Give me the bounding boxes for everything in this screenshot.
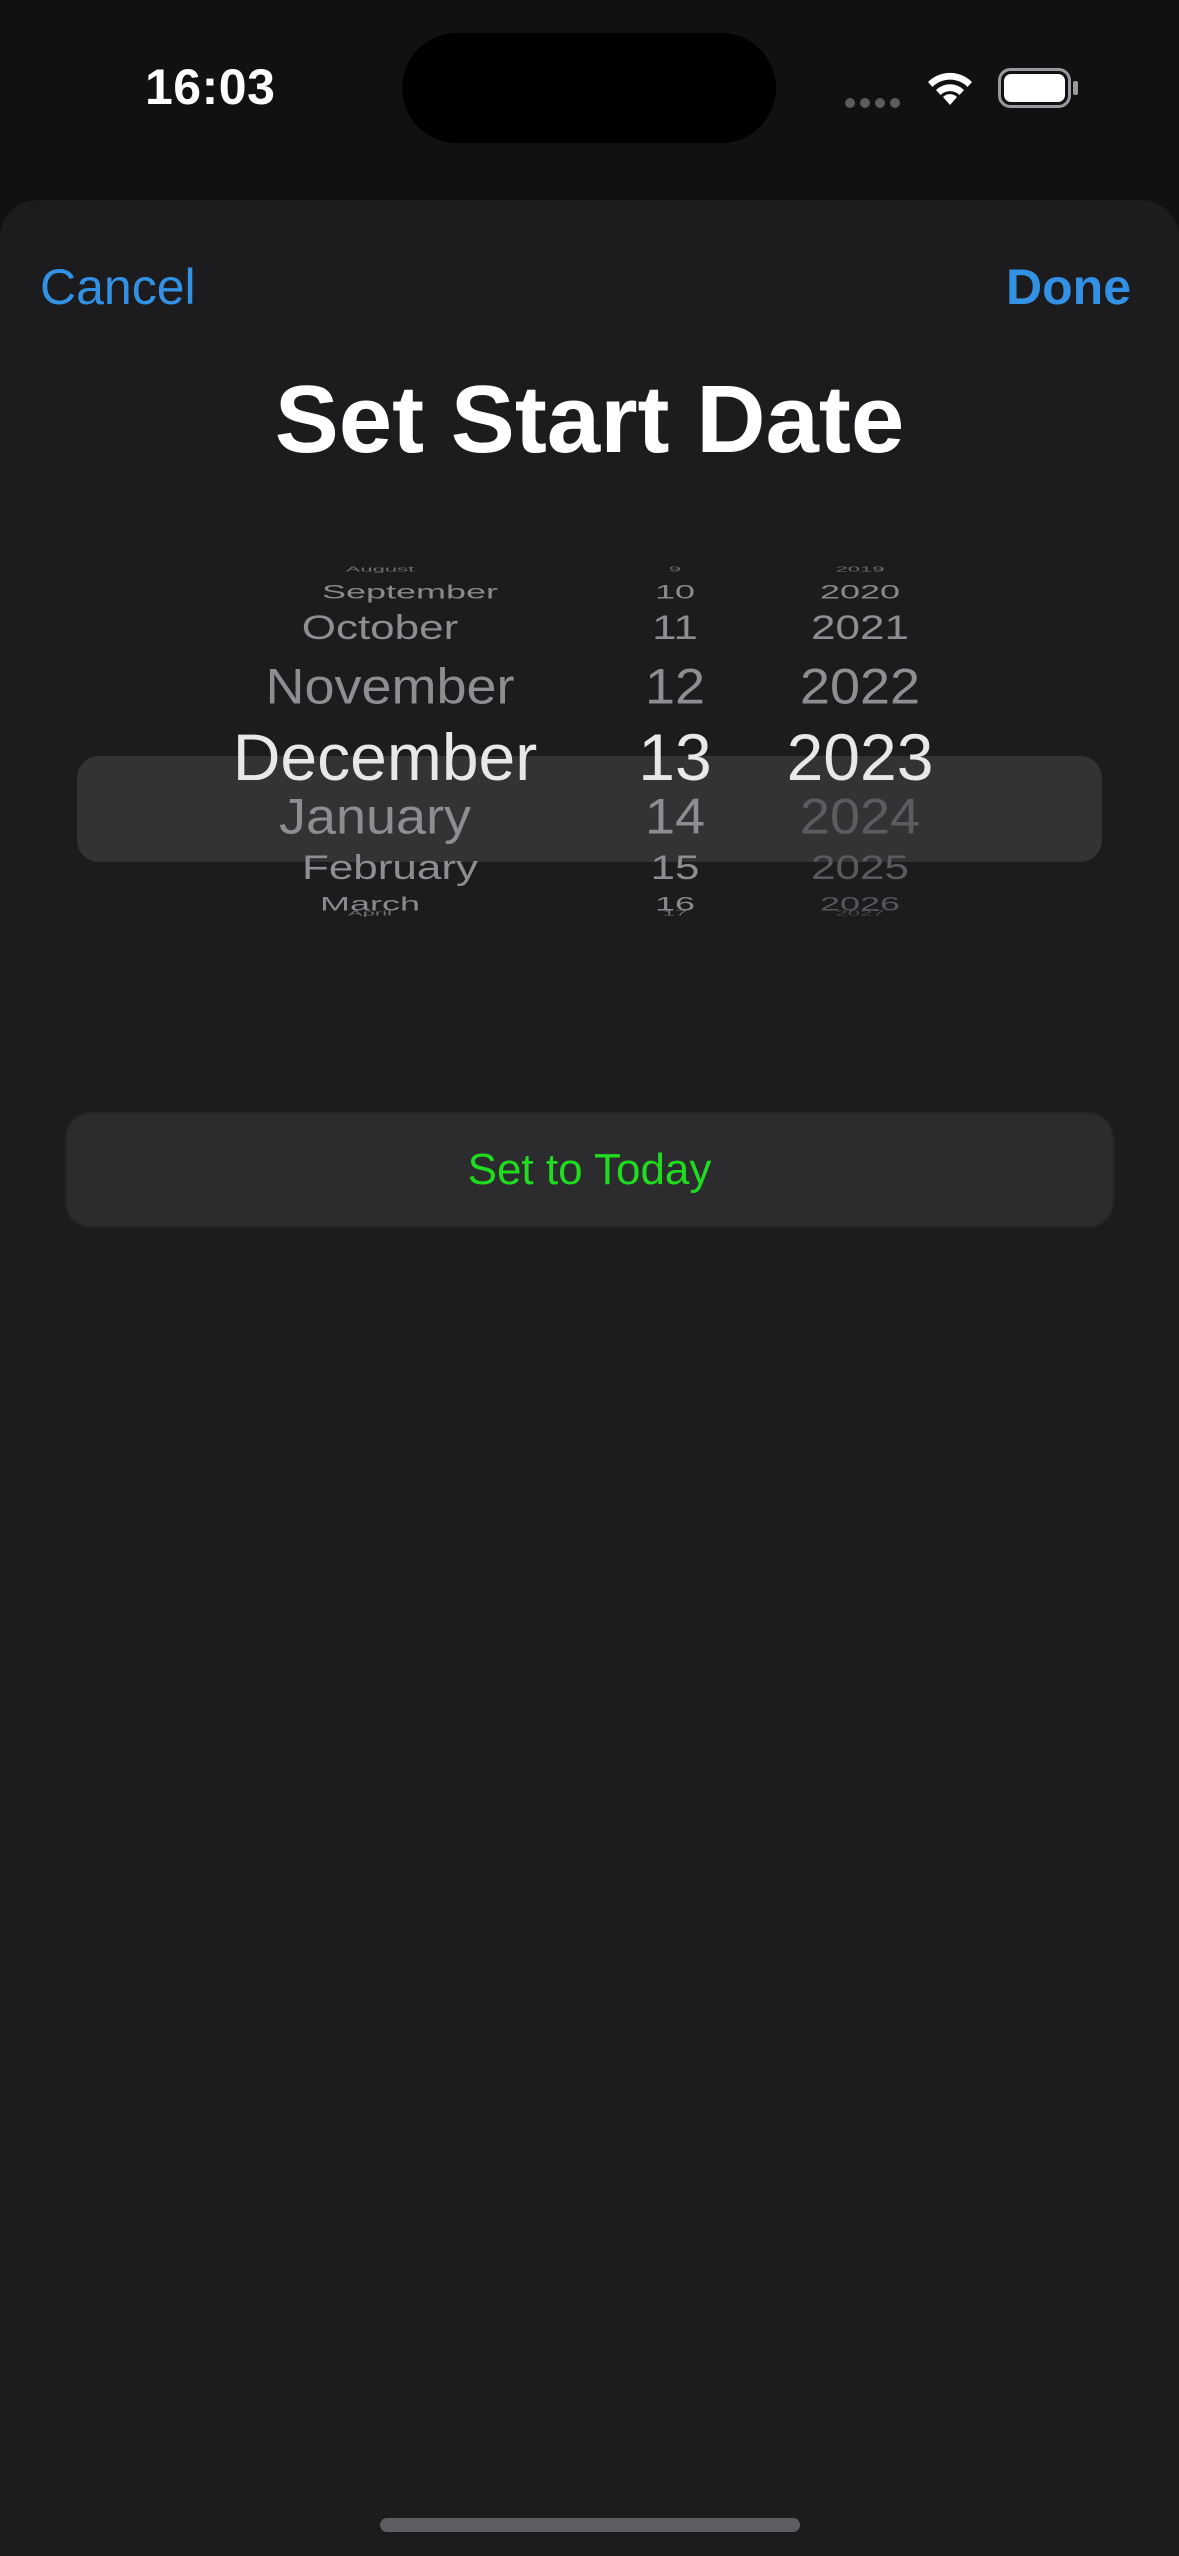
status-bar: 16:03 [0, 0, 1179, 190]
day-wheel[interactable]: 9 10 11 12 13 14 15 16 17 [610, 550, 740, 1060]
status-time: 16:03 [145, 59, 276, 115]
month-option[interactable]: January [175, 788, 575, 848]
date-picker-sheet: Cancel Done Set Start Date August Septemb… [0, 200, 1179, 2556]
day-option[interactable]: 11 [610, 608, 740, 649]
home-indicator [380, 2518, 800, 2532]
set-to-today-button[interactable]: Set to Today [65, 1112, 1114, 1228]
cancel-button[interactable]: Cancel [40, 258, 196, 316]
month-wheel[interactable]: August September October November December Ja… [200, 550, 600, 1060]
year-wheel[interactable]: 2019 2020 2021 2022 2023 2024 2025 2026 2027 [760, 550, 960, 1060]
sheet-title: Set Start Date [274, 366, 905, 473]
day-option[interactable]: 9 [610, 565, 740, 574]
done-button[interactable]: Done [1006, 258, 1131, 316]
day-option[interactable]: 10 [610, 580, 740, 604]
year-option[interactable]: 2027 [760, 909, 960, 918]
month-option[interactable]: August [180, 565, 580, 574]
day-selected[interactable]: 13 [610, 718, 740, 797]
month-option[interactable]: October [180, 608, 580, 649]
month-option[interactable]: November [190, 658, 590, 718]
cellular-dots-icon [845, 95, 905, 108]
year-option[interactable]: 2021 [760, 608, 960, 649]
year-option[interactable]: 2022 [760, 658, 960, 718]
month-option[interactable]: September [210, 580, 610, 604]
day-option[interactable]: 12 [610, 658, 740, 718]
day-option[interactable]: 15 [610, 848, 740, 889]
wifi-icon [928, 72, 972, 105]
dynamic-island [402, 33, 776, 143]
battery-icon [998, 68, 1078, 108]
day-option[interactable]: 17 [610, 909, 740, 918]
month-option[interactable]: February [190, 848, 590, 889]
day-option[interactable]: 14 [610, 788, 740, 848]
month-option[interactable]: April [170, 909, 570, 918]
year-option[interactable]: 2024 [760, 788, 960, 848]
date-picker-wheel[interactable]: August September October November December Ja… [0, 550, 1179, 1060]
month-selected[interactable]: December [185, 718, 585, 797]
year-selected[interactable]: 2023 [760, 718, 960, 797]
year-option[interactable]: 2025 [760, 848, 960, 889]
year-option[interactable]: 2020 [760, 580, 960, 604]
year-option[interactable]: 2019 [760, 565, 960, 574]
